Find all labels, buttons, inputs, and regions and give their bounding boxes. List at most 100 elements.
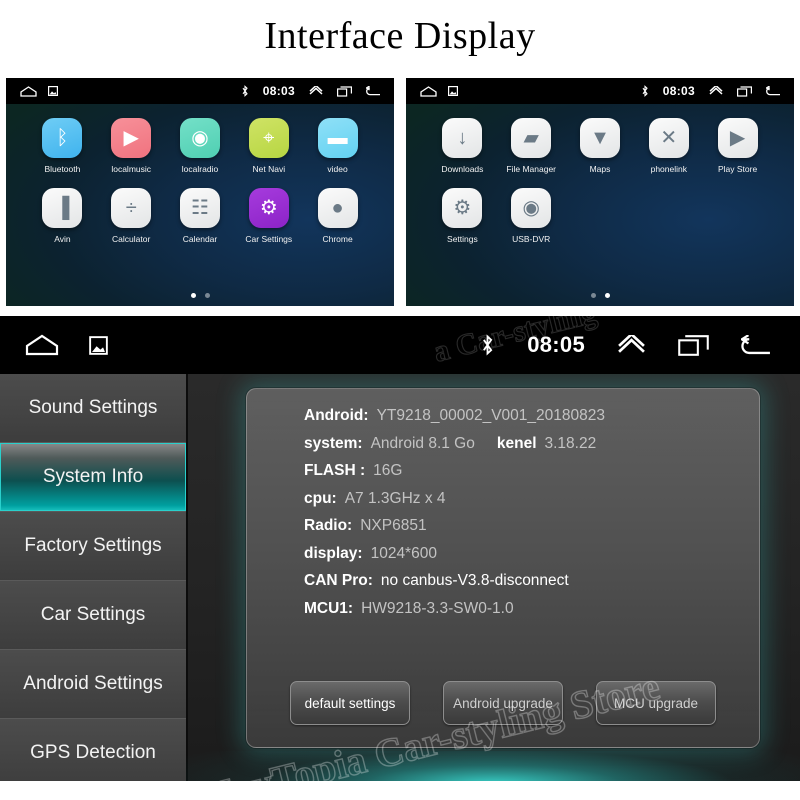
back-icon[interactable] <box>741 334 772 356</box>
sidebar-item-label: Car Settings <box>40 604 146 625</box>
sidebar-item-sound-settings[interactable]: Sound Settings <box>0 374 186 443</box>
info-row: system: Android 8.1 Go kenel 3.18.22 <box>304 435 747 453</box>
settings-content: Android: YT9218_00002_V001_20180823 system… <box>186 374 800 781</box>
button-label: MCU upgrade <box>613 695 699 711</box>
sidebar-item-android-settings[interactable]: Android Settings <box>0 650 186 719</box>
mcu-upgrade-button[interactable]: MCU upgrade <box>596 681 716 725</box>
car-settings-app-icon[interactable]: ⚙ <box>248 188 289 228</box>
app-label: Downloads <box>441 164 484 174</box>
avin-app-icon[interactable]: ▐ <box>42 188 83 228</box>
maps-app-icon[interactable]: ▼ <box>579 118 620 158</box>
app-video[interactable]: ▬ video <box>303 118 372 174</box>
app-label: Calendar <box>182 234 218 244</box>
info-value-secondary: 3.18.22 <box>544 434 597 452</box>
info-key: CAN Pro: <box>304 572 373 589</box>
usb-dvr-app-icon[interactable]: ◉ <box>511 188 552 228</box>
app-calendar[interactable]: ☷ Calendar <box>166 188 235 244</box>
calculator-app-icon[interactable]: ÷ <box>111 188 152 228</box>
info-row: Radio: NXP6851 <box>304 517 747 535</box>
calendar-app-icon[interactable]: ☷ <box>179 188 220 228</box>
recents-icon[interactable] <box>678 334 709 357</box>
info-row: display: 1024*600 <box>304 545 747 563</box>
info-key: system: <box>304 434 363 452</box>
phonelink-app-icon[interactable]: ✕ <box>648 118 689 158</box>
info-key-secondary: kenel <box>496 434 537 452</box>
music-app-icon[interactable]: ▶ <box>111 118 152 158</box>
chevron-up-icon[interactable] <box>709 86 723 96</box>
app-phonelink[interactable]: ✕ phonelink <box>634 118 703 174</box>
status-bar: 08:05 <box>0 316 800 374</box>
app-maps[interactable]: ▼ Maps <box>566 118 635 174</box>
android-upgrade-button[interactable]: Android upgrade <box>443 681 563 725</box>
app-file-manager[interactable]: ▰ File Manager <box>497 118 566 174</box>
app-car-settings[interactable]: ⚙ Car Settings <box>234 188 303 244</box>
page-dot-2[interactable] <box>604 293 610 298</box>
app-row-1: ᛒ Bluetooth ▶ localmusic ◉ localradio ⌖ Net Nav… <box>28 118 372 174</box>
default-settings-button[interactable]: default settings <box>290 681 410 725</box>
info-row: FLASH : 16G <box>304 462 747 480</box>
sidebar-item-factory-settings[interactable]: Factory Settings <box>0 512 186 581</box>
sidebar-item-gps-detection[interactable]: GPS Detection <box>0 719 186 781</box>
chevron-up-icon[interactable] <box>309 86 323 96</box>
home-icon[interactable] <box>420 85 437 97</box>
app-label: Avin <box>54 234 71 244</box>
downloads-app-icon[interactable]: ↓ <box>442 118 483 158</box>
settings-panel: 08:05 Sound Settings System Info Factory S… <box>0 316 800 781</box>
chevron-up-icon[interactable] <box>617 334 646 356</box>
page-dot-1[interactable] <box>190 293 196 298</box>
page-title: Interface Display <box>264 15 536 57</box>
app-net-navi[interactable]: ⌖ Net Navi <box>234 118 303 174</box>
app-slot-empty <box>634 188 703 244</box>
video-app-icon[interactable]: ▬ <box>317 118 358 158</box>
recents-icon[interactable] <box>737 85 752 97</box>
app-row-2: ▐ Avin ÷ Calculator ☷ Calendar ⚙ Car Settings ● C… <box>28 188 372 244</box>
sidebar-item-car-settings[interactable]: Car Settings <box>0 581 186 650</box>
system-info-list: Android: YT9218_00002_V001_20180823 system… <box>304 407 747 627</box>
screenshot-icon[interactable] <box>89 335 108 355</box>
file-manager-app-icon[interactable]: ▰ <box>511 118 552 158</box>
home-screen-page-2[interactable]: 08:03 ↓ Downloads ▰ File Manager ▼ Maps ✕ phone… <box>406 78 794 306</box>
app-calculator[interactable]: ÷ Calculator <box>97 188 166 244</box>
info-key: display: <box>304 544 363 562</box>
radio-app-icon[interactable]: ◉ <box>179 118 220 158</box>
app-bluetooth[interactable]: ᛒ Bluetooth <box>28 118 97 174</box>
screenshot-icon[interactable] <box>48 86 58 96</box>
chrome-app-icon[interactable]: ● <box>317 188 358 228</box>
bluetooth-app-icon[interactable]: ᛒ <box>42 118 83 158</box>
app-localmusic[interactable]: ▶ localmusic <box>97 118 166 174</box>
info-value: no canbus-V3.8-disconnect <box>380 572 569 589</box>
navigation-app-icon[interactable]: ⌖ <box>248 118 289 158</box>
app-downloads[interactable]: ↓ Downloads <box>428 118 497 174</box>
sidebar-item-label: GPS Detection <box>30 742 156 763</box>
app-settings[interactable]: ⚙ Settings <box>428 188 497 244</box>
app-label: Maps <box>589 164 611 174</box>
app-label: phonelink <box>650 164 687 174</box>
sidebar-item-system-info[interactable]: System Info <box>0 443 186 512</box>
app-chrome[interactable]: ● Chrome <box>303 188 372 244</box>
settings-sidebar: Sound Settings System Info Factory Setting… <box>0 374 188 781</box>
app-label: Car Settings <box>245 234 293 244</box>
info-key: Android: <box>304 407 369 424</box>
back-icon[interactable] <box>766 86 781 96</box>
status-bar: 08:03 <box>6 78 394 104</box>
app-usb-dvr[interactable]: ◉ USB-DVR <box>497 188 566 244</box>
home-icon[interactable] <box>25 334 59 356</box>
app-play-store[interactable]: ▶ Play Store <box>703 118 772 174</box>
app-localradio[interactable]: ◉ localradio <box>166 118 235 174</box>
recents-icon[interactable] <box>337 85 352 97</box>
home-screen-page-1[interactable]: 08:03 ᛒ Bluetooth ▶ localmusic ◉ localradio ⌖ N… <box>6 78 394 306</box>
app-grid: ᛒ Bluetooth ▶ localmusic ◉ localradio ⌖ Net Nav… <box>6 104 394 306</box>
back-icon[interactable] <box>366 86 381 96</box>
app-avin[interactable]: ▐ Avin <box>28 188 97 244</box>
button-label: Android upgrade <box>453 695 553 711</box>
screenshot-icon[interactable] <box>448 86 458 96</box>
play-store-app-icon[interactable]: ▶ <box>717 118 758 158</box>
home-icon[interactable] <box>20 85 37 97</box>
sidebar-item-label: Sound Settings <box>28 397 158 418</box>
page-dot-2[interactable] <box>204 293 210 298</box>
settings-app-icon[interactable]: ⚙ <box>442 188 483 228</box>
page-indicator <box>6 293 394 298</box>
app-label: Play Store <box>717 164 758 174</box>
page-dot-1[interactable] <box>590 293 596 298</box>
action-button-row: default settings Android upgrade MCU upgra… <box>247 681 759 725</box>
